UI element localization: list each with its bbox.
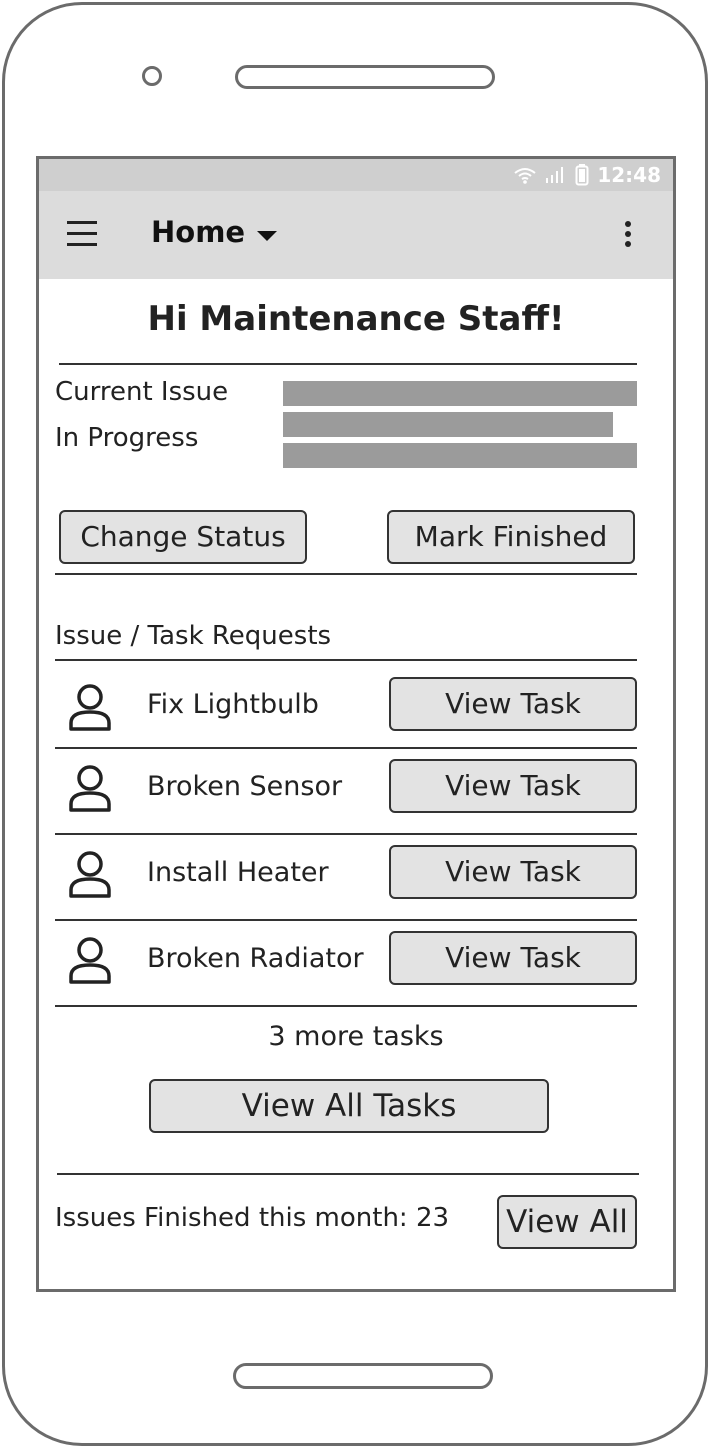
camera-icon: [142, 66, 162, 86]
view-all-tasks-button[interactable]: View All Tasks: [149, 1079, 549, 1133]
divider: [57, 1173, 639, 1175]
kebab-menu-icon[interactable]: [625, 221, 631, 251]
divider: [55, 1005, 637, 1007]
wifi-icon: [514, 168, 536, 184]
task-name: Broken Sensor: [147, 771, 343, 802]
status-bar: 12:48: [39, 159, 673, 191]
task-name: Broken Radiator: [147, 943, 364, 974]
greeting-heading: Hi Maintenance Staff!: [147, 299, 565, 339]
task-name: Fix Lightbulb: [147, 689, 319, 720]
hamburger-menu-icon[interactable]: [67, 221, 97, 247]
status-time: 12:48: [597, 163, 661, 187]
person-icon: [69, 765, 111, 812]
divider: [59, 363, 637, 365]
view-task-button[interactable]: View Task: [389, 759, 637, 813]
issue-text-placeholder-2: [283, 412, 613, 437]
person-icon: [69, 937, 111, 984]
home-hardware-button[interactable]: [233, 1363, 493, 1389]
divider: [55, 659, 637, 661]
issue-text-placeholder-1: [283, 381, 637, 406]
signal-icon: [546, 167, 564, 183]
caret-down-icon[interactable]: [257, 231, 277, 241]
current-issue-label: Current Issue: [55, 377, 229, 407]
task-name: Install Heater: [147, 857, 329, 888]
divider: [55, 833, 637, 835]
more-tasks-text: 3 more tasks: [268, 1021, 444, 1052]
view-task-button[interactable]: View Task: [389, 845, 637, 899]
change-status-button[interactable]: Change Status: [59, 510, 307, 564]
issue-text-placeholder-3: [283, 443, 637, 468]
divider: [55, 919, 637, 921]
view-task-button[interactable]: View Task: [389, 931, 637, 985]
screen: 12:48 Home Hi Maintenance Staff! Current…: [36, 156, 676, 1292]
mark-finished-button[interactable]: Mark Finished: [387, 510, 635, 564]
view-task-button[interactable]: View Task: [389, 677, 637, 731]
divider: [55, 573, 637, 575]
app-bar: Home: [39, 191, 673, 279]
person-icon: [69, 684, 111, 731]
issues-finished-text: Issues Finished this month: 23: [55, 1203, 450, 1233]
page-title[interactable]: Home: [151, 215, 245, 249]
person-icon: [69, 851, 111, 898]
view-all-button[interactable]: View All: [497, 1195, 637, 1249]
task-section-title: Issue / Task Requests: [55, 621, 332, 651]
battery-icon: [575, 164, 589, 186]
speaker-grille: [235, 65, 495, 89]
in-progress-label: In Progress: [55, 423, 199, 453]
divider: [55, 747, 637, 749]
